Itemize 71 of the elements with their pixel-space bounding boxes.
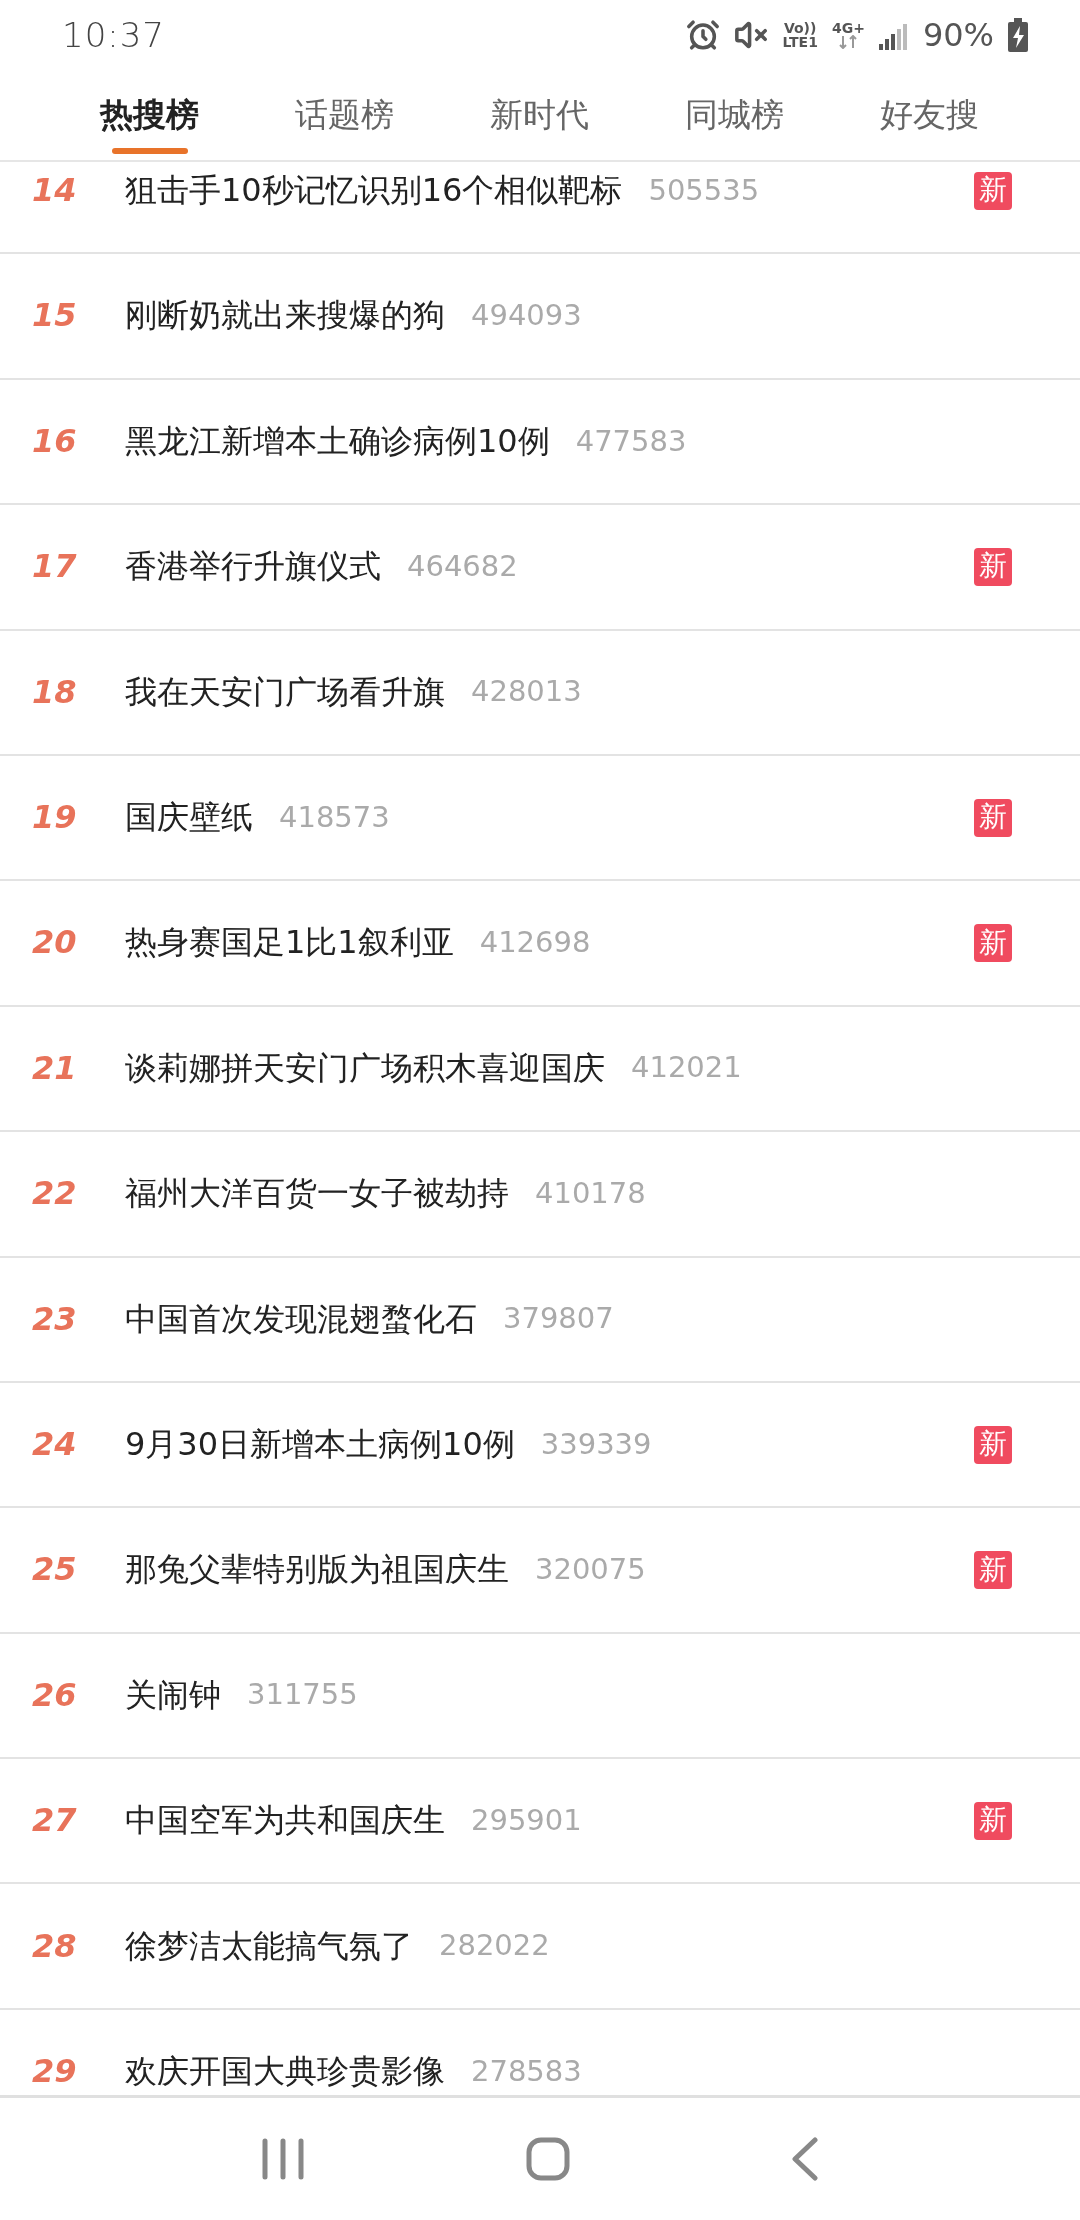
rank-number: 19 (31, 800, 78, 836)
rank-number: 16 (31, 423, 78, 460)
trend-title[interactable]: 国庆壁纸 (125, 800, 253, 836)
new-badge: 新 (974, 924, 1012, 963)
trend-title[interactable]: 狙击手10秒记忆识别16个相似靶标 (125, 173, 623, 209)
search-count: 477583 (575, 425, 687, 458)
search-count: 418573 (279, 801, 390, 834)
new-badge: 新 (974, 1801, 1012, 1840)
trend-title[interactable]: 中国空军为共和国庆生 (125, 1803, 445, 1839)
trend-title[interactable]: 中国首次发现混翅蝥化石 (125, 1301, 477, 1337)
new-badge: 新 (974, 798, 1012, 837)
rank-number: 14 (31, 173, 78, 209)
search-count: 282022 (439, 1930, 550, 1963)
rank-number: 24 (31, 1427, 78, 1463)
rank-number: 23 (31, 1301, 78, 1337)
rank-number: 25 (31, 1552, 78, 1588)
lte-label: LTE1 (782, 35, 818, 49)
new-badge: 新 (974, 1551, 1012, 1589)
status-time: 10:37 (62, 15, 165, 55)
rank-number: 26 (31, 1677, 78, 1713)
trend-title[interactable]: 我在天安门广场看升旗 (125, 674, 445, 710)
rank-number: 29 (31, 2053, 78, 2090)
search-count: 320075 (535, 1554, 646, 1586)
home-icon[interactable] (526, 2137, 570, 2181)
trend-title[interactable]: 福州大洋百货一女子被劫持 (125, 1176, 509, 1212)
search-count: 311755 (247, 1679, 358, 1712)
tab[interactable]: 热搜榜 (52, 70, 247, 160)
trend-title[interactable]: 9月30日新增本土病例10例 (125, 1427, 515, 1463)
battery-percent: 90% (922, 16, 994, 54)
trend-title[interactable]: 黑龙江新增本土确诊病例10例 (125, 423, 550, 460)
recent-apps-icon[interactable] (260, 2138, 305, 2180)
trend-title[interactable]: 徐梦洁太能搞气氛了 (125, 1928, 413, 1964)
rank-number: 20 (31, 925, 78, 961)
alarm-icon (686, 18, 721, 52)
trend-title[interactable]: 香港举行升旗仪式 (125, 549, 381, 585)
search-count: 339339 (540, 1428, 652, 1461)
rank-number: 27 (31, 1803, 78, 1839)
rank-number: 18 (31, 674, 78, 710)
rank-number: 21 (31, 1050, 78, 1086)
search-count: 295901 (471, 1804, 582, 1837)
search-count: 505535 (648, 174, 760, 207)
tab[interactable]: 好友搜 (832, 70, 1027, 160)
new-badge: 新 (974, 171, 1012, 210)
back-icon[interactable] (791, 2137, 820, 2181)
tab[interactable]: 同城榜 (637, 70, 832, 160)
search-count: 464682 (407, 550, 518, 583)
new-badge: 新 (974, 547, 1012, 586)
battery-charging-icon (1008, 18, 1028, 52)
search-count: 412021 (631, 1052, 742, 1085)
rank-number: 17 (31, 549, 78, 585)
search-count: 410178 (535, 1177, 646, 1210)
tab[interactable]: 话题榜 (247, 70, 442, 160)
search-count: 428013 (471, 676, 582, 709)
new-badge: 新 (974, 1425, 1012, 1464)
data-arrows-icon (838, 35, 859, 49)
search-count: 379807 (503, 1303, 614, 1336)
trend-title[interactable]: 关闹钟 (125, 1677, 221, 1713)
volte-label: Vo)) (783, 21, 817, 35)
network-label: 4G+ (831, 21, 865, 35)
search-count: 278583 (471, 2055, 582, 2088)
rank-number: 28 (31, 1928, 78, 1964)
trend-title[interactable]: 刚断奶就出来搜爆的狗 (125, 298, 445, 334)
rank-number: 22 (31, 1176, 78, 1212)
trend-title[interactable]: 那兔父辈特别版为祖国庆生 (125, 1552, 509, 1588)
trend-title[interactable]: 谈莉娜拼天安门广场积木喜迎国庆 (125, 1050, 605, 1086)
search-count: 412698 (479, 927, 591, 959)
trend-title[interactable]: 欢庆开国大典珍贵影像 (125, 2053, 445, 2090)
trend-title[interactable]: 热身赛国足1比1叙利亚 (125, 925, 454, 961)
rank-number: 15 (31, 298, 78, 334)
search-count: 494093 (471, 300, 582, 333)
tab[interactable]: 新时代 (442, 70, 637, 160)
